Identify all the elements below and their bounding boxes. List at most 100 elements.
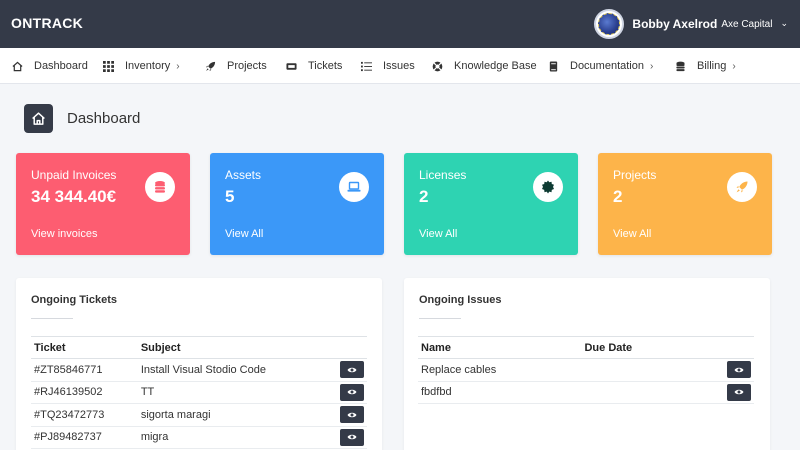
home-icon bbox=[10, 59, 24, 73]
table-row: #TQ23472773 sigorta maragi bbox=[31, 403, 367, 427]
ticket-icon bbox=[284, 59, 298, 73]
nav-label: Knowledge Base bbox=[454, 60, 537, 72]
view-button[interactable] bbox=[339, 428, 364, 446]
eye-icon bbox=[734, 390, 744, 395]
chevron-down-icon[interactable]: ⌄ bbox=[780, 19, 788, 29]
card-value: 2 bbox=[419, 187, 429, 206]
column-header: Ticket bbox=[31, 336, 138, 359]
nav-item-documentation[interactable]: Documentation › bbox=[546, 48, 653, 84]
column-header: Name bbox=[418, 336, 582, 359]
view-all-assets-link[interactable]: View All bbox=[225, 228, 263, 240]
card-title: Projects bbox=[613, 168, 657, 182]
certificate-icon bbox=[533, 172, 563, 202]
divider bbox=[419, 318, 461, 319]
nav-item-projects[interactable]: Projects bbox=[203, 48, 267, 84]
panel-title: Ongoing Tickets bbox=[31, 294, 117, 306]
nav-item-dashboard[interactable]: Dashboard bbox=[10, 48, 88, 84]
view-invoices-link[interactable]: View invoices bbox=[31, 228, 97, 240]
column-header: Subject bbox=[137, 336, 337, 359]
card-value: 34 344.40€ bbox=[31, 187, 117, 206]
ongoing-issues-panel: Ongoing Issues Name Due Date Replace cab… bbox=[404, 278, 770, 450]
eye-icon bbox=[347, 412, 357, 417]
card-value: 5 bbox=[225, 187, 235, 206]
projects-card: Projects 2 View All bbox=[598, 153, 772, 255]
view-button[interactable] bbox=[339, 361, 364, 379]
table-row: Replace cables bbox=[418, 358, 754, 382]
coins-icon bbox=[673, 59, 687, 73]
eye-icon bbox=[347, 390, 357, 395]
table-row: #RJ46139502 TT bbox=[31, 381, 367, 404]
ticket-subject: migra bbox=[137, 426, 337, 449]
ticket-id: #RJ46139502 bbox=[31, 381, 138, 404]
ongoing-tickets-panel: Ongoing Tickets Ticket Subject #ZT858467… bbox=[16, 278, 382, 450]
issue-due-date bbox=[581, 381, 724, 404]
card-title: Unpaid Invoices bbox=[31, 168, 117, 182]
assets-card: Assets 5 View All bbox=[210, 153, 384, 255]
unpaid-invoices-card: Unpaid Invoices 34 344.40€ View invoices bbox=[16, 153, 190, 255]
list-icon bbox=[359, 59, 373, 73]
chevron-right-icon: › bbox=[650, 60, 654, 72]
card-value: 2 bbox=[613, 187, 623, 206]
view-button[interactable] bbox=[726, 361, 751, 379]
issue-name: Replace cables bbox=[418, 358, 582, 382]
nav-label: Dashboard bbox=[34, 60, 88, 72]
nav-item-knowledge-base[interactable]: Knowledge Base bbox=[430, 48, 537, 84]
user-company: Axe Capital bbox=[721, 18, 773, 30]
nav-label: Projects bbox=[227, 60, 267, 72]
tickets-table: Ticket Subject #ZT85846771 Install Visua… bbox=[31, 336, 367, 449]
table-row: #ZT85846771 Install Visual Stodio Code bbox=[31, 358, 367, 382]
lifebuoy-icon bbox=[430, 59, 444, 73]
nav-item-tickets[interactable]: Tickets bbox=[284, 48, 342, 84]
user-name: Bobby Axelrod bbox=[632, 17, 718, 31]
ticket-subject: Install Visual Stodio Code bbox=[137, 358, 337, 382]
view-button[interactable] bbox=[339, 383, 364, 401]
chevron-right-icon: › bbox=[176, 60, 180, 72]
issues-table: Name Due Date Replace cables fbdfbd bbox=[418, 336, 754, 404]
issue-name: fbdfbd bbox=[418, 381, 582, 404]
table-header-row: Ticket Subject bbox=[31, 336, 367, 359]
avatar[interactable] bbox=[594, 9, 625, 39]
eye-icon bbox=[347, 367, 357, 372]
nav-label: Inventory bbox=[125, 60, 171, 72]
nav-label: Documentation bbox=[570, 60, 644, 72]
nav-item-billing[interactable]: Billing › bbox=[673, 48, 736, 84]
licenses-card: Licenses 2 View All bbox=[404, 153, 578, 255]
page-header: Dashboard bbox=[24, 104, 140, 133]
view-button[interactable] bbox=[339, 406, 364, 424]
column-header: Due Date bbox=[581, 336, 724, 359]
eye-icon bbox=[734, 367, 744, 372]
grid-icon bbox=[101, 59, 115, 73]
issue-due-date bbox=[581, 358, 724, 382]
divider bbox=[31, 318, 73, 319]
panel-title: Ongoing Issues bbox=[419, 294, 502, 306]
column-header bbox=[336, 336, 367, 359]
card-title: Assets bbox=[225, 168, 262, 182]
view-all-licenses-link[interactable]: View All bbox=[419, 228, 457, 240]
view-button[interactable] bbox=[726, 383, 751, 401]
view-all-projects-link[interactable]: View All bbox=[613, 228, 651, 240]
page-title: Dashboard bbox=[67, 110, 141, 127]
nav-label: Billing bbox=[697, 60, 727, 72]
table-row: #PJ89482737 migra bbox=[31, 426, 367, 449]
laptop-icon bbox=[339, 172, 369, 202]
home-icon bbox=[24, 104, 53, 133]
nav-item-issues[interactable]: Issues bbox=[359, 48, 415, 84]
column-header bbox=[723, 336, 754, 359]
ticket-subject: TT bbox=[137, 381, 337, 404]
user-menu[interactable]: Bobby Axelrod Axe Capital ⌄ bbox=[594, 8, 788, 40]
eye-icon bbox=[347, 435, 357, 440]
top-bar: ONTRACK Bobby Axelrod Axe Capital ⌄ bbox=[0, 0, 800, 48]
brand-logo[interactable]: ONTRACK bbox=[11, 15, 83, 31]
book-icon bbox=[546, 59, 560, 73]
ticket-id: #PJ89482737 bbox=[31, 426, 138, 449]
nav-label: Tickets bbox=[308, 60, 343, 72]
nav-label: Issues bbox=[383, 60, 415, 72]
main-nav: Dashboard Inventory › Projects Tickets I… bbox=[0, 48, 800, 84]
rocket-icon bbox=[727, 172, 757, 202]
nav-item-inventory[interactable]: Inventory › bbox=[101, 48, 180, 84]
ticket-id: #ZT85846771 bbox=[31, 358, 138, 382]
card-title: Licenses bbox=[419, 168, 467, 182]
rocket-icon bbox=[203, 59, 217, 73]
coins-icon bbox=[145, 172, 175, 202]
table-header-row: Name Due Date bbox=[418, 336, 754, 359]
